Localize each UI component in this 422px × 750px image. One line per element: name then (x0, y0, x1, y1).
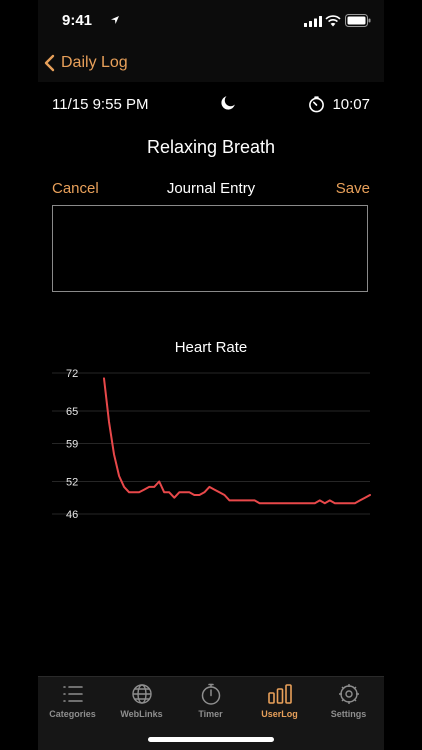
back-button-label: Daily Log (61, 54, 128, 71)
journal-header: Journal Entry Cancel Save (52, 180, 370, 200)
session-datetime: 11/15 9:55 PM (52, 96, 149, 113)
wifi-icon (325, 15, 341, 27)
app-screen: 9:41 Daily Log 11/15 9:55 PM 10:07 Relax… (38, 0, 384, 750)
navigation-bar: Daily Log (38, 44, 384, 82)
tab-label: WebLinks (120, 709, 163, 719)
status-time: 9:41 (62, 12, 93, 29)
journal-title: Journal Entry (166, 180, 256, 197)
moon-icon (221, 96, 235, 110)
tab-timer[interactable]: Timer (176, 683, 245, 727)
back-button[interactable]: Daily Log (44, 50, 128, 76)
heart-rate-chart: 72 65 59 52 46 (52, 368, 371, 521)
tab-settings[interactable]: Settings (314, 683, 383, 727)
tab-label: Categories (49, 709, 96, 719)
cancel-button[interactable]: Cancel (52, 180, 99, 197)
stopwatch-icon (201, 683, 220, 705)
y-axis-ticks: 72 65 59 52 46 (66, 368, 78, 521)
session-duration: 10:07 (332, 96, 370, 113)
y-tick-label: 59 (66, 439, 78, 451)
timer-icon (309, 96, 324, 113)
chart-title: Heart Rate (174, 339, 248, 356)
list-icon (62, 686, 83, 702)
home-indicator (148, 737, 274, 742)
chevron-left-icon (44, 54, 55, 72)
tab-userlog[interactable]: UserLog (245, 683, 314, 727)
battery-icon (345, 14, 371, 27)
session-info-row: 11/15 9:55 PM 10:07 (52, 96, 370, 114)
save-button[interactable]: Save (336, 180, 370, 197)
session-title: Relaxing Breath (146, 137, 276, 157)
status-bar: 9:41 (38, 0, 384, 44)
tab-label: UserLog (261, 709, 298, 719)
tab-label: Timer (198, 709, 223, 719)
tab-weblinks[interactable]: WebLinks (107, 683, 176, 727)
cellular-signal-icon (304, 16, 322, 27)
tab-categories[interactable]: Categories (38, 683, 107, 727)
chart-grid (52, 372, 370, 515)
location-arrow-icon (111, 16, 119, 24)
journal-entry-textarea[interactable] (52, 205, 368, 292)
bars-icon (267, 684, 292, 704)
y-tick-label: 46 (66, 509, 78, 521)
y-tick-label: 65 (66, 406, 78, 418)
y-tick-label: 72 (66, 368, 78, 380)
heart-rate-line (103, 377, 371, 505)
globe-icon (131, 684, 152, 704)
tab-label: Settings (330, 709, 367, 719)
y-tick-label: 52 (66, 476, 78, 488)
gear-icon (338, 684, 359, 704)
